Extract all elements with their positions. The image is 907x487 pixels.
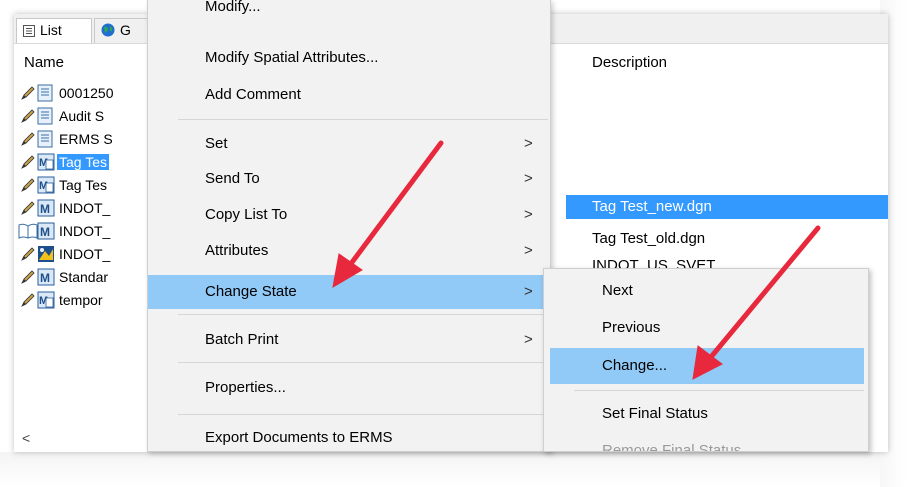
list-item[interactable]: M INDOT_: [18, 220, 158, 243]
submenu-item-next[interactable]: Next: [550, 273, 864, 309]
submenu-item-set-final-status[interactable]: Set Final Status: [550, 396, 864, 432]
svg-text:M: M: [40, 202, 50, 216]
pencil-icon: [20, 269, 36, 288]
open-book-icon: [18, 223, 38, 242]
menu-item-properties[interactable]: Properties...: [148, 371, 550, 405]
list-item-name: tempor: [59, 292, 103, 308]
pencil-icon: [20, 177, 36, 196]
scroll-left-button[interactable]: <: [22, 430, 30, 446]
globe-icon: [101, 23, 115, 40]
list-item-name: 0001250: [59, 85, 114, 101]
list-item[interactable]: 0001250: [18, 82, 158, 105]
submenu-arrow-icon: >: [524, 135, 533, 152]
screenshot-frame-bottom: [0, 452, 907, 487]
svg-text:M: M: [40, 225, 50, 239]
menu-item-modify[interactable]: Modify...: [148, 0, 550, 24]
microstation-icon: M: [37, 199, 55, 220]
list-item[interactable]: Audit S: [18, 105, 158, 128]
tab-geo[interactable]: G: [94, 18, 154, 43]
list-item-name: Standar: [59, 269, 109, 285]
pencil-icon: [20, 200, 36, 219]
dgn-file-icon: M: [37, 153, 55, 174]
svg-text:M: M: [40, 271, 50, 285]
pencil-icon: [20, 108, 36, 127]
description-cell-selected[interactable]: Tag Test_new.dgn: [566, 195, 888, 219]
tab-geo-label: G: [120, 22, 131, 38]
menu-item-modify-spatial-attributes[interactable]: Modify Spatial Attributes...: [148, 41, 550, 75]
column-header-description[interactable]: Description: [592, 48, 667, 76]
pencil-icon: [20, 292, 36, 311]
list-item-selected[interactable]: M Tag Tes: [18, 151, 158, 174]
submenu-item-change[interactable]: Change...: [550, 348, 864, 384]
list-item-name: INDOT_: [59, 223, 111, 239]
document-list: 0001250 Audit S ERMS S M Tag Tes M Tag T…: [18, 82, 158, 312]
menu-item-change-state[interactable]: Change State >: [148, 275, 550, 309]
list-item-name: Tag Tes: [59, 177, 107, 193]
dgn-file-icon: M: [37, 291, 55, 312]
menu-separator: [178, 119, 548, 120]
column-header-name[interactable]: Name: [24, 48, 64, 76]
menu-item-send-to[interactable]: Send To >: [148, 162, 550, 196]
list-item-name: Tag Tes: [57, 154, 109, 170]
list-item-name: INDOT_: [59, 200, 111, 216]
context-menu: Modify... Modify Spatial Attributes... A…: [147, 0, 551, 452]
menu-item-copy-list-to[interactable]: Copy List To >: [148, 198, 550, 232]
list-item[interactable]: INDOT_: [18, 243, 158, 266]
list-icon: [23, 24, 35, 40]
list-item-name: INDOT_: [59, 246, 111, 262]
menu-separator: [178, 362, 548, 363]
list-item[interactable]: M INDOT_: [18, 197, 158, 220]
menu-separator: [178, 414, 548, 415]
submenu-arrow-icon: >: [524, 283, 533, 300]
list-item-name: Audit S: [59, 108, 105, 124]
pencil-icon: [20, 246, 36, 265]
dgn-file-icon: M: [37, 176, 55, 197]
document-icon: [37, 130, 53, 151]
submenu-arrow-icon: >: [524, 242, 533, 259]
pencil-icon: [20, 131, 36, 150]
submenu-item-remove-final-status: Remove Final Status: [602, 442, 742, 452]
menu-separator: [574, 390, 864, 391]
submenu-arrow-icon: >: [524, 331, 533, 348]
description-cell[interactable]: Tag Test_old.dgn: [574, 227, 888, 251]
list-item[interactable]: M Tag Tes: [18, 174, 158, 197]
list-item[interactable]: M tempor: [18, 289, 158, 312]
list-item[interactable]: M Standar: [18, 266, 158, 289]
microstation-icon: M: [37, 222, 55, 243]
document-icon: [37, 84, 53, 105]
microstation-icon: M: [37, 268, 55, 289]
menu-item-export-documents-to-erms[interactable]: Export Documents to ERMS: [148, 421, 550, 455]
tab-list-label: List: [40, 22, 62, 38]
menu-item-set[interactable]: Set >: [148, 127, 550, 161]
document-icon: [37, 107, 53, 128]
menu-separator: [178, 314, 548, 315]
menu-item-attributes[interactable]: Attributes >: [148, 234, 550, 268]
pencil-icon: [20, 85, 36, 104]
list-item-name: ERMS S: [59, 131, 113, 147]
image-file-icon: [37, 245, 55, 266]
submenu-item-previous[interactable]: Previous: [550, 310, 864, 346]
pencil-icon: [20, 154, 36, 173]
menu-item-batch-print[interactable]: Batch Print >: [148, 323, 550, 357]
tab-list[interactable]: List: [16, 18, 92, 43]
list-item[interactable]: ERMS S: [18, 128, 158, 151]
submenu-arrow-icon: >: [524, 206, 533, 223]
change-state-submenu: Next Previous Change... Set Final Status…: [543, 268, 869, 452]
submenu-arrow-icon: >: [524, 170, 533, 187]
menu-item-add-comment[interactable]: Add Comment: [148, 78, 550, 112]
